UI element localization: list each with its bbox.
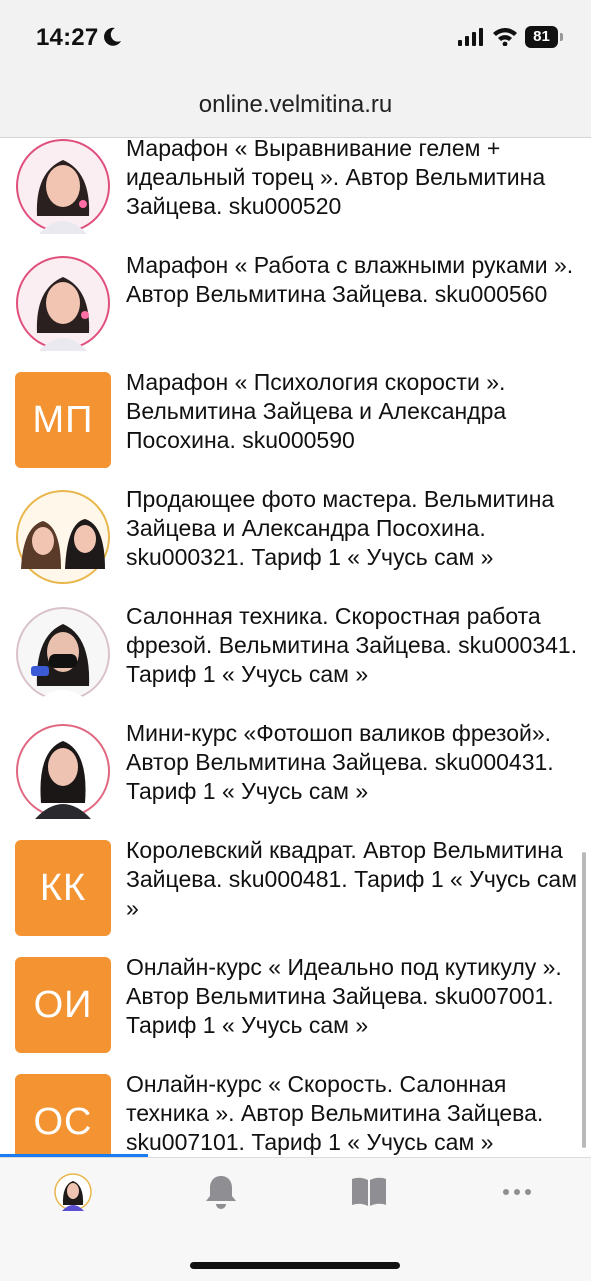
author-avatar	[15, 606, 111, 702]
scrollbar[interactable]	[582, 852, 586, 1148]
tab-more[interactable]	[487, 1170, 547, 1214]
list-item[interactable]: Продающее фото мастера. Вельмитина Зайце…	[0, 477, 591, 594]
moon-icon	[104, 27, 121, 46]
course-title[interactable]: Марафон « Работа с влажными руками ». Ав…	[126, 251, 578, 309]
book-icon	[352, 1177, 386, 1206]
course-title[interactable]: Салонная техника. Скоростная работа фрез…	[126, 602, 578, 689]
initials-badge: КК	[15, 840, 111, 936]
list-item[interactable]: ОС Онлайн-курс « Скорость. Салонная техн…	[0, 1062, 591, 1156]
address-bar[interactable]: online.velmitina.ru	[0, 75, 591, 138]
course-title[interactable]: Онлайн-курс « Идеально под кутикулу ». А…	[126, 953, 578, 1040]
author-avatar	[15, 723, 111, 819]
initials-badge: ОС	[15, 1074, 111, 1156]
status-bar: 14:27 81	[0, 0, 591, 75]
list-item[interactable]: ОИ Онлайн-курс « Идеально под кутикулу »…	[0, 945, 591, 1062]
author-avatar	[15, 489, 111, 585]
tab-notifications[interactable]	[191, 1170, 251, 1214]
wifi-icon	[493, 28, 517, 46]
url-text[interactable]: online.velmitina.ru	[0, 91, 591, 119]
course-title[interactable]: Марафон « Выравнивание гелем + идеальный…	[126, 138, 578, 221]
more-icon	[503, 1189, 531, 1195]
battery-icon: 81	[525, 26, 565, 48]
list-item[interactable]: КК Королевский квадрат. Автор Вельмитина…	[0, 828, 591, 945]
home-indicator[interactable]	[190, 1262, 400, 1269]
course-title[interactable]: Онлайн-курс « Скорость. Салонная техника…	[126, 1070, 578, 1156]
battery-level: 81	[525, 26, 558, 48]
list-item[interactable]: МП Марафон « Психология скорости ». Вель…	[0, 360, 591, 477]
initials-badge: МП	[15, 372, 111, 468]
list-item[interactable]: Марафон « Выравнивание гелем + идеальный…	[0, 138, 591, 243]
bell-icon	[206, 1176, 236, 1209]
tab-courses[interactable]	[339, 1170, 399, 1214]
tab-profile[interactable]	[43, 1170, 103, 1214]
course-list[interactable]: Марафон « Выравнивание гелем + идеальный…	[0, 138, 591, 1156]
author-avatar	[15, 138, 111, 234]
course-title[interactable]: Марафон « Психология скорости ». Вельмит…	[126, 368, 578, 455]
list-item[interactable]: Салонная техника. Скоростная работа фрез…	[0, 594, 591, 711]
profile-avatar-icon	[54, 1173, 92, 1211]
author-avatar	[15, 255, 111, 351]
initials-badge: ОИ	[15, 957, 111, 1053]
course-title[interactable]: Мини-курс «Фотошоп валиков фрезой». Авто…	[126, 719, 578, 806]
list-item[interactable]: Мини-курс «Фотошоп валиков фрезой». Авто…	[0, 711, 591, 828]
signal-icon	[458, 28, 483, 46]
course-title[interactable]: Королевский квадрат. Автор Вельмитина За…	[126, 836, 578, 923]
status-time: 14:27	[36, 24, 99, 51]
course-title[interactable]: Продающее фото мастера. Вельмитина Зайце…	[126, 485, 578, 572]
list-item[interactable]: Марафон « Работа с влажными руками ». Ав…	[0, 243, 591, 360]
